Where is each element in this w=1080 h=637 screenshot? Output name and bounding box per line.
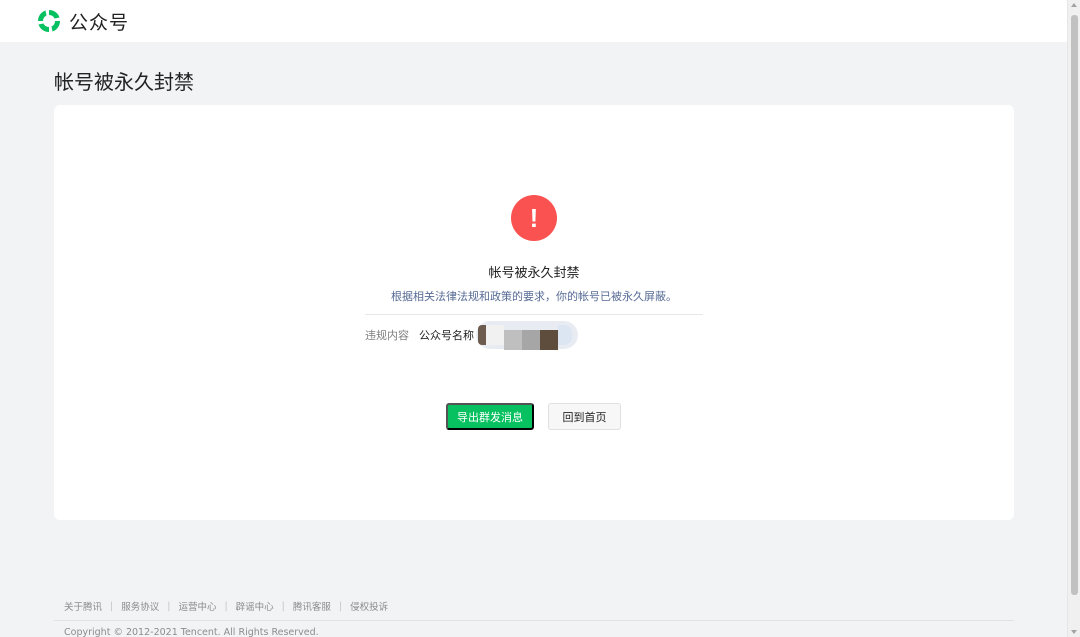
- status-card: ! 帐号被永久封禁 根据相关法律法规和政策的要求，你的帐号已被永久屏蔽。 违规内…: [54, 105, 1014, 520]
- vertical-scrollbar[interactable]: [1067, 0, 1080, 637]
- page-title: 帐号被永久封禁: [54, 70, 194, 94]
- export-messages-button[interactable]: 导出群发消息: [446, 403, 534, 430]
- footer-link-about[interactable]: 关于腾讯: [64, 599, 102, 613]
- footer-links: 关于腾讯 | 服务协议 | 运营中心 | 辟谣中心 | 腾讯客服 | 侵权投诉: [64, 599, 389, 614]
- scroll-up-arrow-icon[interactable]: [1071, 3, 1077, 7]
- app-name[interactable]: 公众号: [69, 8, 129, 35]
- copyright: Copyright © 2012-2021 Tencent. All Right…: [64, 627, 319, 637]
- redacted-account-name: [476, 321, 578, 350]
- violation-label: 违规内容: [365, 329, 409, 342]
- footer-link-operations[interactable]: 运营中心: [178, 599, 216, 613]
- footer-link-support[interactable]: 腾讯客服: [293, 599, 331, 613]
- status-title: 帐号被永久封禁: [488, 266, 580, 281]
- footer-link-terms[interactable]: 服务协议: [121, 599, 159, 613]
- exclamation-icon: !: [511, 195, 557, 241]
- violation-value: 公众号名称: [419, 329, 474, 342]
- wechat-official-account-logo-icon[interactable]: [36, 8, 62, 34]
- divider: [365, 314, 703, 315]
- top-nav-bar: 公众号: [0, 0, 1067, 42]
- footer-divider: [54, 620, 1014, 621]
- footer-link-rumor[interactable]: 辟谣中心: [236, 599, 274, 613]
- status-description: 根据相关法律法规和政策的要求，你的帐号已被永久屏蔽。: [391, 290, 677, 303]
- violation-row: 违规内容 公众号名称: [365, 321, 578, 350]
- scroll-down-arrow-icon[interactable]: [1071, 630, 1077, 634]
- footer-link-infringement[interactable]: 侵权投诉: [350, 599, 388, 613]
- scrollbar-thumb[interactable]: [1071, 15, 1078, 595]
- back-to-home-button[interactable]: 回到首页: [548, 403, 621, 430]
